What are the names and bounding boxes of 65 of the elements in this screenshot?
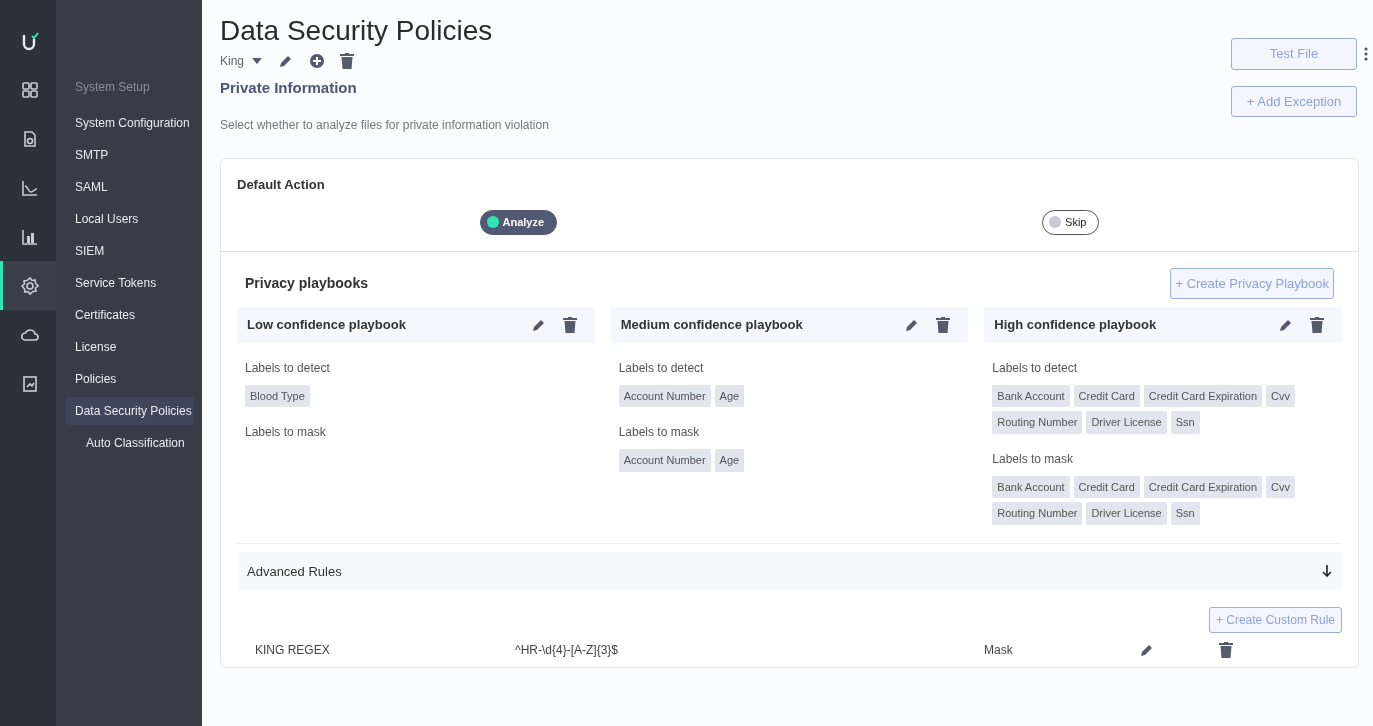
settings-tab[interactable] bbox=[0, 261, 56, 310]
labels-heading: Labels to mask bbox=[992, 450, 1075, 468]
label-tag: Ssn bbox=[1170, 502, 1200, 525]
label-tag: Account Number bbox=[618, 449, 711, 472]
trash-icon[interactable] bbox=[562, 316, 577, 333]
pencil-icon[interactable] bbox=[1139, 642, 1155, 658]
section-title: Private Information bbox=[220, 78, 358, 98]
page-title: Data Security Policies bbox=[220, 14, 493, 48]
nav-item[interactable]: Local Users bbox=[66, 205, 194, 233]
nav-item[interactable]: SMTP bbox=[66, 141, 194, 169]
label-tag: Account Number bbox=[618, 384, 711, 407]
playbook-name: High confidence playbook bbox=[994, 316, 1157, 334]
plus-circle-icon[interactable] bbox=[310, 53, 325, 68]
more-icon[interactable] bbox=[1364, 46, 1368, 61]
trash-icon[interactable] bbox=[936, 316, 951, 333]
label-tag: Credit Card Expiration bbox=[1143, 384, 1263, 407]
label-tag: Routing Number bbox=[992, 411, 1083, 434]
action-toggle[interactable]: Analyze bbox=[479, 210, 558, 235]
labels-heading: Labels to mask bbox=[245, 424, 327, 441]
trash-icon[interactable] bbox=[1309, 316, 1324, 333]
label-tag: Routing Number bbox=[992, 502, 1083, 525]
action-toggle[interactable]: Skip bbox=[1042, 210, 1100, 235]
advanced-rules-header[interactable]: Advanced Rules bbox=[237, 551, 1342, 591]
label-tag: Bank Account bbox=[992, 384, 1070, 407]
playbook-name: Medium confidence playbook bbox=[620, 316, 803, 334]
label-tag: Bank Account bbox=[992, 475, 1070, 498]
section-description: Select whether to analyze files for private information violation bbox=[220, 116, 550, 134]
labels-heading: Labels to mask bbox=[618, 424, 701, 441]
label-tag: Ssn bbox=[1170, 411, 1200, 434]
trash-icon[interactable] bbox=[1219, 642, 1233, 658]
label-tag: Credit Card Expiration bbox=[1143, 475, 1263, 498]
settings-icon bbox=[19, 275, 40, 296]
nav-item[interactable]: Policies bbox=[66, 365, 194, 393]
nav-item[interactable]: Service Tokens bbox=[66, 269, 194, 297]
nav-item[interactable]: SAML bbox=[66, 173, 194, 201]
nav-item[interactable]: Data Security Policies bbox=[66, 397, 194, 425]
default-action-title: Default Action bbox=[237, 175, 326, 194]
labels-heading: Labels to detect bbox=[992, 359, 1079, 377]
nav-item[interactable]: SIEM bbox=[66, 237, 194, 265]
nav-item[interactable]: System Configuration bbox=[66, 109, 194, 137]
arrow-down-icon bbox=[1322, 565, 1332, 578]
nav-heading: System Setup bbox=[74, 79, 151, 96]
nav-item[interactable]: Auto Classification bbox=[66, 429, 194, 457]
label-tag: Driver License bbox=[1086, 411, 1167, 434]
label-tag: Credit Card bbox=[1073, 475, 1140, 498]
nav-item[interactable]: License bbox=[66, 333, 194, 361]
label-tag: Driver License bbox=[1086, 502, 1167, 525]
label-tag: Cvv bbox=[1266, 475, 1295, 498]
label-tag: Age bbox=[714, 449, 745, 472]
grid-icon bbox=[19, 79, 40, 100]
labels-heading: Labels to detect bbox=[618, 359, 705, 377]
rule-action: Mask bbox=[984, 642, 1014, 659]
rule-pattern: ^HR-\d{4}-[A-Z]{3}$ bbox=[515, 642, 619, 659]
policy-dropdown[interactable]: King bbox=[220, 51, 263, 70]
label-tag: Blood Type bbox=[245, 384, 310, 407]
rule-name: KING REGEX bbox=[255, 642, 331, 659]
label-tag: Age bbox=[714, 384, 745, 407]
playbooks-title: Privacy playbooks bbox=[245, 273, 368, 293]
nav-item[interactable]: Certificates bbox=[66, 301, 194, 329]
caret-icon bbox=[252, 57, 263, 64]
trash-icon[interactable] bbox=[340, 52, 355, 69]
labels-heading: Labels to detect bbox=[245, 359, 331, 377]
label-tag: Cvv bbox=[1266, 384, 1295, 407]
playbook-name: Low confidence playbook bbox=[247, 316, 406, 334]
label-tag: Credit Card bbox=[1073, 384, 1140, 407]
